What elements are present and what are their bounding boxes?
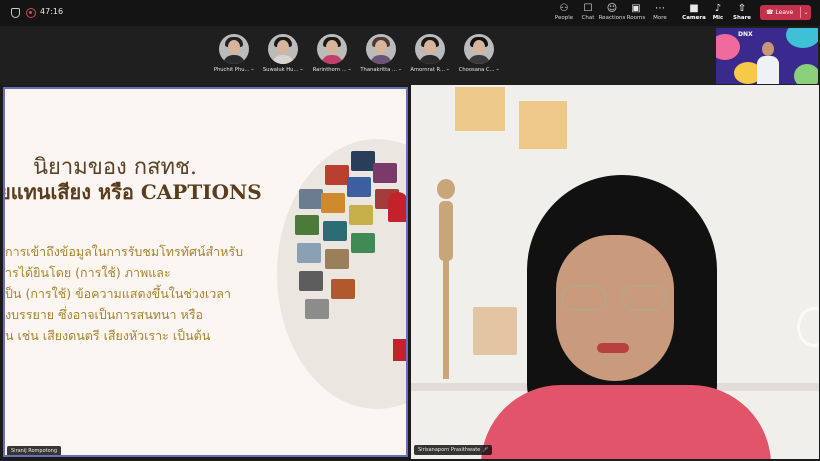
mic-off-icon: ⌁ xyxy=(398,67,402,73)
participant-name: Choosana C... ⌁ xyxy=(458,67,500,73)
logo-fragment xyxy=(393,339,406,361)
meeting-timer: 47:16 xyxy=(40,7,64,16)
participant-tile[interactable]: Choosana C... ⌁ xyxy=(455,34,503,73)
avatar xyxy=(219,34,249,64)
background-shape xyxy=(794,64,818,84)
avatar xyxy=(366,34,396,64)
shield-icon[interactable] xyxy=(11,8,20,18)
slide-body-line: ป็น (การใช้) ข้อความแสดงขึ้นในช่วงเวลา xyxy=(5,286,231,301)
background-shape xyxy=(716,34,740,60)
participant-name: Rarinthorn ... ⌁ xyxy=(312,67,352,73)
slide-body-line: การเข้าถึงข้อมูลในการรับชมโทรทัศน์สำหรับ xyxy=(5,244,244,259)
mic-off-icon: ⌁ xyxy=(300,67,304,73)
slide-subtitle: ยแทนเสียง หรือ CAPTIONS xyxy=(3,180,262,204)
speaker-lips xyxy=(597,343,629,353)
participant-name: Phuchit Phu... ⌁ xyxy=(213,67,255,73)
leave-label: ☎ Leave xyxy=(766,9,794,16)
mic-off-icon: ⌁ xyxy=(496,67,500,73)
participant-tile[interactable]: Phuchit Phu... ⌁ xyxy=(210,34,258,73)
self-view-person xyxy=(757,42,779,84)
participant-name: Suwaluk Hu... ⌁ xyxy=(262,67,304,73)
share-icon: ⇧ xyxy=(737,3,747,14)
chevron-down-icon[interactable]: ⌄ xyxy=(801,9,811,16)
mic-off-icon: ⌁ xyxy=(251,67,255,73)
participant-tile[interactable]: Suwaluk Hu... ⌁ xyxy=(259,34,307,73)
avatar xyxy=(317,34,347,64)
participant-tile[interactable]: Amornrat R... ⌁ xyxy=(406,34,454,73)
mic-label: Mic xyxy=(712,15,724,21)
more-button[interactable]: ⋯ More xyxy=(643,3,677,21)
wall-note xyxy=(455,87,505,131)
chat-label: Chat xyxy=(581,15,595,21)
share-label: Share xyxy=(732,15,752,21)
avatar xyxy=(268,34,298,64)
slide-body-line: ารได้ยินโดย (การใช้) ภาพและ xyxy=(5,265,171,280)
participant-tile[interactable]: Thanakritta ... ⌁ xyxy=(357,34,405,73)
share-button[interactable]: ⇧ Share xyxy=(725,3,759,21)
glasses xyxy=(621,285,667,311)
glasses xyxy=(561,285,607,311)
tv-collage-image xyxy=(277,139,406,409)
mic-off-icon: ⌁ xyxy=(446,67,450,73)
meeting-top-bar: 47:16 ⚇ People ☐ Chat ☺ Reactions ▣ Room… xyxy=(0,0,820,26)
recording-icon xyxy=(26,8,36,18)
mic-off-icon: 🎤︎ xyxy=(481,447,489,453)
more-label: More xyxy=(653,15,667,21)
background-shape xyxy=(786,28,818,48)
presenter-name-tag: Siranij Rompotong xyxy=(7,446,61,455)
wooden-mannequin xyxy=(423,179,483,399)
speaker-video[interactable]: Sirisanaporn Prasithwate 🎤︎ xyxy=(411,85,819,459)
speaker-name-tag: Sirisanaporn Prasithwate 🎤︎ xyxy=(414,445,493,455)
background-banner-text: DNX xyxy=(738,31,753,38)
leave-button[interactable]: ☎ Leave ⌄ xyxy=(760,5,811,20)
avatar xyxy=(464,34,494,64)
slide-body-line: น เช่น เสียงดนตรี เสียงหัวเราะ เป็นต้น xyxy=(5,328,211,343)
slide-body: การเข้าถึงข้อมูลในการรับชมโทรทัศน์สำหรับ… xyxy=(5,241,243,346)
self-view-video[interactable]: DNX xyxy=(716,28,818,84)
speaker-shirt xyxy=(481,385,771,459)
participant-name: Thanakritta ... ⌁ xyxy=(360,67,402,73)
participant-tile[interactable]: Rarinthorn ... ⌁ xyxy=(308,34,356,73)
mic-off-icon: ⌁ xyxy=(348,67,352,73)
wall-note xyxy=(519,101,567,149)
participant-name: Amornrat R... ⌁ xyxy=(410,67,450,73)
shared-screen[interactable]: นิยามของ กสทช. ยแทนเสียง หรือ CAPTIONS ก… xyxy=(3,87,408,457)
garuda-emblem xyxy=(388,192,406,222)
more-icon: ⋯ xyxy=(655,3,665,14)
slide-body-line: งบรรยาย ซึ่งอาจเป็นการสนทนา หรือ xyxy=(5,307,204,322)
avatar xyxy=(415,34,445,64)
